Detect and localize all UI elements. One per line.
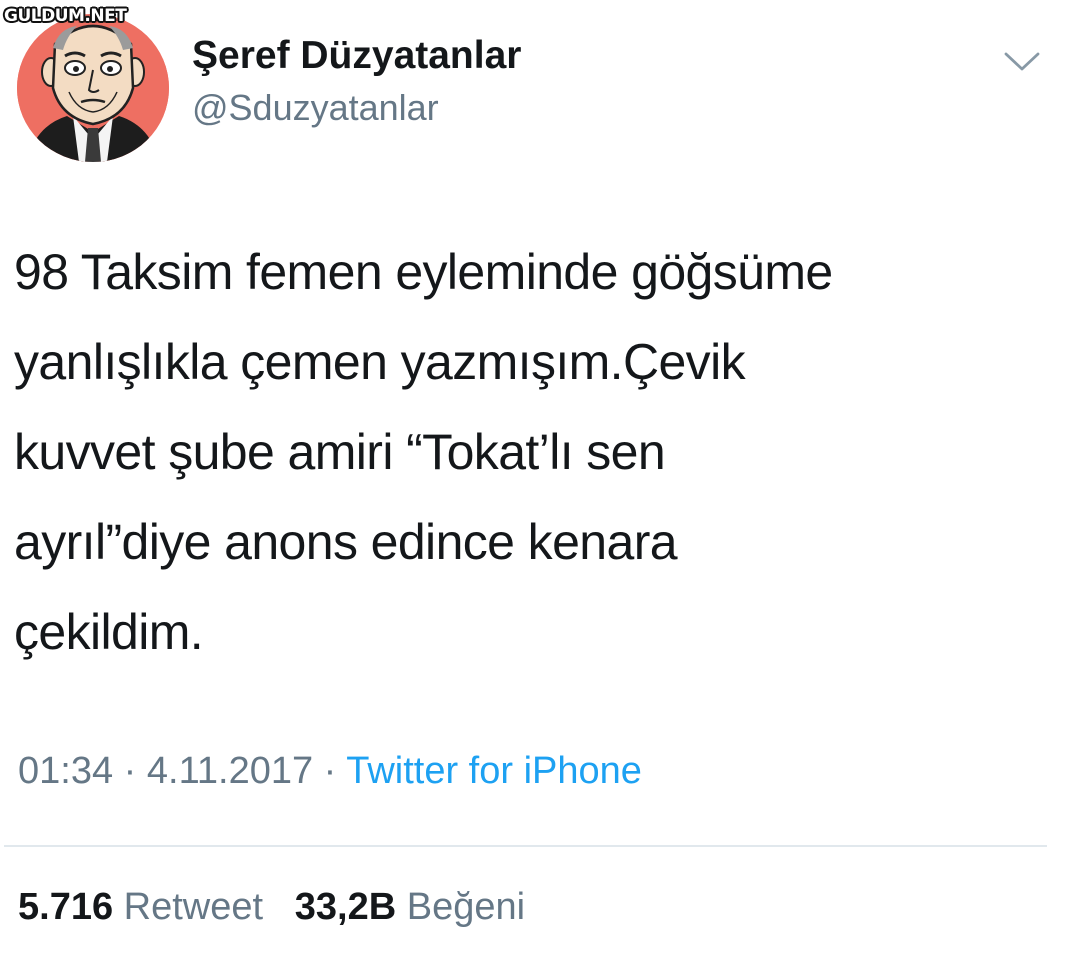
meta-separator: · [123,750,137,792]
retweet-label: Retweet [123,886,264,928]
tweet-menu-button[interactable] [1000,46,1044,76]
retweet-count-link[interactable]: 5.716 Retweet [18,886,274,928]
chevron-down-icon [1004,52,1040,71]
retweet-count: 5.716 [18,886,114,928]
tweet-date[interactable]: 4.11.2017 [147,750,313,792]
tweet-text-line: çekildim. [14,604,204,660]
cartoon-portrait-avatar-icon [17,14,169,162]
divider [4,845,1047,847]
meta-separator: · [323,750,337,792]
avatar[interactable] [17,14,169,162]
tweet-text-line: kuvvet şube amiri “Tokat’lı sen [14,424,666,480]
tweet-meta: 01:34 · 4.11.2017 · Twitter for iPhone [18,750,642,793]
tweet-text-line: 98 Taksim femen eyleminde göğsüme [14,244,833,300]
like-label: Beğeni [406,886,526,928]
author-display-name[interactable]: Şeref Düzyatanlar [192,34,521,78]
tweet-stats: 5.716 Retweet 33,2B Beğeni [18,886,525,929]
tweet-text-line: yanlışlıkla çemen yazmışım.Çevik [14,334,746,390]
tweet-time[interactable]: 01:34 [18,750,113,792]
tweet-text-line: ayrıl”diye anons edince kenara [14,514,678,570]
tweet-source-link[interactable]: Twitter for iPhone [346,750,642,792]
like-count-link[interactable]: 33,2B Beğeni [284,886,525,928]
author-handle[interactable]: @Sduzyatanlar [192,87,439,129]
tweet-text: 98 Taksim femen eyleminde göğsüme yanlış… [14,227,1064,677]
watermark-logo: GULDUM.NET [4,6,127,26]
like-count: 33,2B [294,886,397,928]
